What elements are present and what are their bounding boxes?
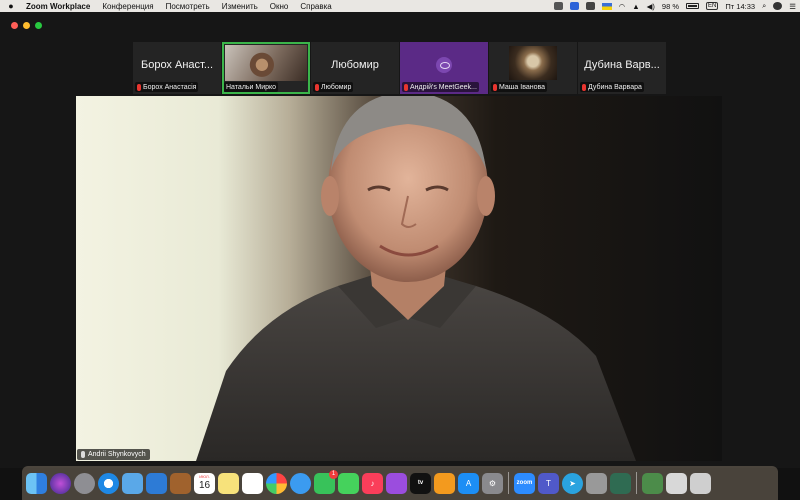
tv-label: tv [417, 480, 424, 486]
participant-profile-photo [509, 46, 557, 80]
participant-name: Любомир [321, 83, 352, 91]
zoom-meeting-window: Борох Анаст... Борох Анастасія Натальи М… [0, 12, 800, 468]
meetgeek-logo-icon [436, 57, 452, 73]
desktop-screen: ● Zoom Workplace Конференция Посмотреть … [0, 0, 800, 500]
system-settings-icon[interactable]: ⚙ [482, 472, 503, 494]
reminders-icon[interactable] [242, 472, 263, 494]
participant-caption: Борох Анастасія [135, 82, 199, 92]
speaker-name: Andrii Shynkovych [88, 451, 146, 458]
participant-caption: Любомир [313, 82, 354, 92]
calendar-day: 16 [198, 479, 211, 491]
messages-alt-icon[interactable] [290, 472, 311, 494]
participant-tile[interactable]: Маша Іванова [489, 42, 577, 94]
mic-icon [81, 451, 85, 458]
control-center-icon[interactable]: ☰ [789, 2, 796, 11]
preview-icon[interactable] [122, 472, 143, 494]
participant-name: Борох Анастасія [143, 83, 197, 91]
apple-tv-icon[interactable]: tv [410, 472, 431, 494]
menu-view[interactable]: Посмотреть [160, 2, 216, 11]
participant-name: Натальи Мирко [226, 83, 277, 91]
participant-thumbnail-strip: Борох Анаст... Борох Анастасія Натальи М… [133, 42, 667, 94]
downloads-stack-icon[interactable] [642, 472, 663, 494]
participant-big-name: Любомир [331, 59, 379, 71]
volume-icon[interactable]: ◀) [647, 2, 655, 11]
speaker-video-frame [196, 96, 636, 461]
contacts-icon[interactable] [170, 472, 191, 494]
ukraine-flag-icon[interactable] [601, 2, 612, 10]
app-status-icon[interactable] [585, 2, 595, 10]
facetime-badge: 1 [329, 469, 338, 479]
airplay-icon[interactable]: ▲ [632, 2, 639, 11]
window-fullscreen-button[interactable] [35, 22, 42, 29]
menu-help[interactable]: Справка [294, 2, 337, 11]
launchpad-icon[interactable] [74, 472, 95, 494]
clock[interactable]: Пт 14:33 [725, 2, 755, 11]
menu-window[interactable]: Окно [264, 2, 295, 11]
books-icon[interactable] [434, 472, 455, 494]
facetime-icon[interactable]: 1 [314, 469, 338, 494]
music-icon[interactable]: ♪ [362, 472, 383, 494]
participant-tile[interactable]: Андрій's MeetGeek... [400, 42, 488, 94]
window-minimize-button[interactable] [23, 22, 30, 29]
active-speaker-video[interactable] [76, 96, 722, 461]
muted-mic-icon [137, 83, 141, 91]
participant-name: Дубина Варвара [588, 83, 642, 91]
screenshot-app-icon[interactable] [586, 472, 607, 494]
finder-icon[interactable] [26, 472, 47, 494]
messages-icon[interactable] [338, 472, 359, 494]
battery-percent: 98 % [661, 1, 680, 11]
photos-icon[interactable] [266, 472, 287, 494]
documents-stack-icon[interactable] [666, 472, 687, 494]
muted-mic-icon [315, 83, 319, 91]
participant-big-name: Борох Анаст... [140, 59, 214, 71]
siri-dock-icon[interactable] [50, 472, 71, 494]
menu-conference[interactable]: Конференция [96, 2, 159, 11]
participant-name: Андрій's MeetGeek... [410, 83, 477, 91]
dock-separator [508, 472, 509, 494]
participant-video [225, 45, 307, 81]
zoom-app-icon[interactable]: zoom [514, 472, 535, 494]
menu-bar: ● Zoom Workplace Конференция Посмотреть … [0, 0, 800, 12]
window-close-button[interactable] [11, 22, 18, 29]
battery-icon[interactable] [686, 3, 700, 9]
zoom-status-icon[interactable] [569, 2, 579, 10]
participant-tile[interactable]: Дубина Варв... Дубина Варвара [578, 42, 666, 94]
apple-menu-icon[interactable]: ● [0, 1, 22, 11]
participant-tile[interactable]: Борох Анаст... Борох Анастасія [133, 42, 221, 94]
participant-caption: Маша Іванова [491, 82, 548, 92]
participant-tile-active[interactable]: Натальи Мирко [222, 42, 310, 94]
telegram-icon[interactable]: ➤ [562, 472, 583, 494]
safari-icon[interactable] [98, 472, 119, 494]
participant-tile[interactable]: Любомир Любомир [311, 42, 399, 94]
app-store-icon[interactable]: A [458, 472, 479, 494]
participant-caption: Андрій's MeetGeek... [402, 82, 479, 92]
screen-share-status-icon[interactable] [553, 2, 563, 10]
image-capture-icon[interactable] [146, 472, 167, 494]
teams-icon[interactable]: T [538, 472, 559, 494]
calendar-month: ИЮЛ. [199, 473, 210, 479]
wifi-icon[interactable]: ◠ [619, 2, 626, 11]
calendar-icon[interactable]: ИЮЛ. 16 [194, 472, 215, 494]
muted-mic-icon [582, 83, 586, 91]
dock: ИЮЛ. 16 1 ♪ tv A ⚙ zoom T ➤ [22, 466, 778, 500]
dock-separator [636, 472, 637, 494]
quicktime-icon[interactable] [610, 472, 631, 494]
input-source-indicator[interactable]: EN [706, 2, 719, 10]
muted-mic-icon [493, 83, 497, 91]
muted-mic-icon [404, 83, 408, 91]
participant-caption: Натальи Мирко [224, 82, 279, 92]
siri-icon[interactable] [773, 2, 783, 10]
menu-app-zoom[interactable]: Zoom Workplace [22, 2, 96, 11]
menu-edit[interactable]: Изменить [216, 2, 264, 11]
zoom-label: zoom [516, 480, 533, 486]
participant-name: Маша Іванова [499, 83, 546, 91]
speaker-name-label: Andrii Shynkovych [77, 449, 150, 460]
participant-big-name: Дубина Варв... [584, 59, 660, 71]
trash-icon[interactable] [690, 472, 711, 494]
participant-caption: Дубина Варвара [580, 82, 644, 92]
spotlight-search-icon[interactable]: ⌕ [762, 1, 766, 11]
podcasts-icon[interactable] [386, 472, 407, 494]
notes-icon[interactable] [218, 472, 239, 494]
